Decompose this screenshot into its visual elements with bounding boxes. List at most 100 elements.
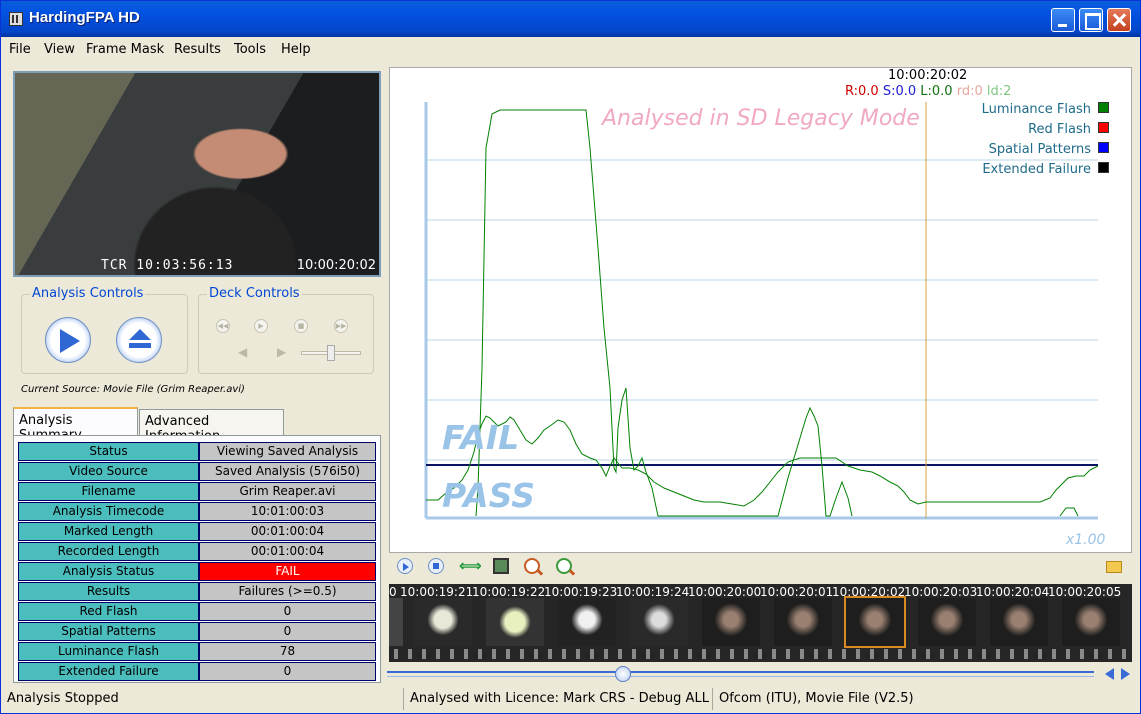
- frame-thumbnail[interactable]: [1062, 598, 1120, 646]
- legend-swatch-red: [1098, 122, 1109, 133]
- status-licence: Analysed with Licence: Mark CRS - Debug …: [403, 688, 711, 710]
- frame-thumbnail[interactable]: [990, 598, 1048, 646]
- deck-stop-button[interactable]: ■: [294, 319, 308, 333]
- current-source-label: Current Source: Movie File (Grim Reaper.…: [21, 384, 245, 395]
- tab-analysis-summary[interactable]: Analysis Summary: [13, 407, 138, 443]
- film-icon[interactable]: [493, 558, 509, 574]
- fast-forward-button[interactable]: ▶▶: [334, 319, 348, 333]
- previous-frame-arrow-icon[interactable]: [1105, 668, 1114, 680]
- jog-back-icon[interactable]: ◀: [238, 345, 247, 359]
- video-preview: TCR 10:03:56:13 10:00:20:02: [13, 71, 381, 277]
- summary-key-filename: Filename: [18, 482, 199, 501]
- frame-timecode: 10:00:19:22: [472, 585, 546, 599]
- frame-thumbnail[interactable]: [389, 598, 403, 646]
- summary-value-analysis-status: FAIL: [199, 562, 376, 581]
- frame-thumbnail[interactable]: [414, 598, 472, 646]
- next-frame-arrow-icon[interactable]: [1121, 668, 1130, 680]
- extended-failure-trace: [1059, 507, 1079, 517]
- frame-thumbnail-selected[interactable]: [844, 596, 906, 648]
- eject-icon: [129, 329, 151, 340]
- frame-timecode: 10:00:20:03: [904, 585, 978, 599]
- summary-value-video-source: Saved Analysis (576i50): [199, 462, 376, 481]
- deck-controls-group: Deck Controls: [198, 286, 374, 374]
- title-bar[interactable]: HardingFPA HD: [1, 1, 1140, 37]
- analysis-summary-panel: Status Viewing Saved Analysis Video Sour…: [13, 435, 381, 683]
- frame-timecode: 10:00:19:24: [616, 585, 690, 599]
- menu-frame-mask[interactable]: Frame Mask: [86, 42, 164, 57]
- legend-luminance-flash: Luminance Flash: [981, 102, 1091, 117]
- legend-swatch-luminance: [1098, 102, 1109, 113]
- status-profile: Ofcom (ITU), Movie File (V2.5): [712, 688, 1138, 710]
- tcr-overlay: TCR 10:03:56:13: [101, 258, 234, 273]
- analysis-graph[interactable]: 10:00:20:02 R:0.0 S:0.0 L:0.0 rd:0 ld:2 …: [389, 67, 1132, 553]
- graph-timecode: 10:00:20:02: [888, 68, 968, 83]
- status-bar: Analysis Stopped Analysed with Licence: …: [1, 685, 1140, 713]
- frame-timecode: 10:00:20:05: [1048, 585, 1122, 599]
- jog-forward-icon[interactable]: ▶: [277, 345, 286, 359]
- frame-thumbnail[interactable]: [774, 598, 832, 646]
- legend-swatch-spatial: [1098, 142, 1109, 153]
- menu-tools[interactable]: Tools: [234, 42, 266, 57]
- menu-help[interactable]: Help: [281, 42, 311, 57]
- filmstrip-perforations: [389, 649, 1132, 659]
- menu-results[interactable]: Results: [174, 42, 221, 57]
- minimize-button[interactable]: [1051, 8, 1075, 32]
- fit-width-icon[interactable]: ⟺: [459, 558, 482, 574]
- frame-thumbnail[interactable]: [630, 598, 688, 646]
- menu-file[interactable]: File: [9, 42, 31, 57]
- graph-readout: R:0.0 S:0.0 L:0.0 rd:0 ld:2: [845, 84, 1011, 99]
- tab-advanced-information[interactable]: Advanced Information: [139, 409, 284, 444]
- frame-timecode: 10:00:20:02: [832, 585, 906, 599]
- deck-controls-label: Deck Controls: [207, 286, 302, 301]
- summary-key-analysis-timecode: Analysis Timecode: [18, 502, 199, 521]
- menu-bar: File View Frame Mask Results Tools Help: [1, 38, 1140, 60]
- frame-thumbnail[interactable]: [918, 598, 976, 646]
- summary-value-marked-length: 00:01:00:04: [199, 522, 376, 541]
- status-analysis-state: Analysis Stopped: [7, 691, 119, 706]
- summary-key-recorded-length: Recorded Length: [18, 542, 199, 561]
- play-icon[interactable]: [397, 558, 413, 574]
- zoom-in-icon[interactable]: [556, 558, 572, 574]
- frame-thumbnail[interactable]: [558, 598, 616, 646]
- sd-legacy-mode-label: Analysed in SD Legacy Mode: [602, 106, 920, 131]
- zoom-out-icon[interactable]: [524, 558, 540, 574]
- summary-key-marked-length: Marked Length: [18, 522, 199, 541]
- summary-value-spatial-patterns: 0: [199, 622, 376, 641]
- rewind-button[interactable]: ◀◀: [216, 319, 230, 333]
- frame-thumbnail[interactable]: [702, 598, 760, 646]
- legend-swatch-extended: [1098, 162, 1109, 173]
- menu-view[interactable]: View: [44, 42, 75, 57]
- summary-key-results: Results: [18, 582, 199, 601]
- readout-red: R:0.0: [845, 84, 879, 99]
- summary-value-status: Viewing Saved Analysis: [199, 442, 376, 461]
- graph-gridlines: [426, 159, 1098, 461]
- start-analysis-button[interactable]: [45, 317, 91, 363]
- folder-icon[interactable]: [1106, 561, 1122, 573]
- readout-ld: ld:2: [986, 84, 1012, 99]
- timeline-scrollbar[interactable]: [387, 671, 1094, 677]
- legend-spatial-patterns: Spatial Patterns: [988, 142, 1091, 157]
- timeline-scroll-thumb[interactable]: [615, 666, 631, 682]
- maximize-button[interactable]: [1079, 8, 1103, 32]
- app-icon[interactable]: [9, 12, 23, 26]
- frame-timecode: 10:00:20:01: [760, 585, 834, 599]
- close-button[interactable]: [1107, 8, 1131, 32]
- app-window: HardingFPA HD File View Frame Mask Resul…: [0, 0, 1141, 714]
- deck-speed-slider-thumb[interactable]: [327, 345, 335, 361]
- summary-key-red-flash: Red Flash: [18, 602, 199, 621]
- filmstrip[interactable]: 0 10:00:19:21 10:00:19:22 10:00:19:23 10…: [389, 584, 1132, 662]
- summary-value-luminance-flash: 78: [199, 642, 376, 661]
- summary-value-recorded-length: 00:01:00:04: [199, 542, 376, 561]
- summary-key-luminance-flash: Luminance Flash: [18, 642, 199, 661]
- deck-play-button[interactable]: ▶: [254, 319, 268, 333]
- frame-thumbnail[interactable]: [486, 598, 544, 646]
- analysis-controls-label: Analysis Controls: [30, 286, 146, 301]
- stop-icon[interactable]: [428, 558, 444, 574]
- video-timecode: 10:00:20:02: [296, 258, 376, 273]
- frame-timecode-partial: 0: [389, 585, 397, 599]
- frame-timecode: 10:00:19:23: [544, 585, 618, 599]
- legend-extended-failure: Extended Failure: [982, 162, 1091, 177]
- eject-button[interactable]: [116, 317, 162, 363]
- video-frame-image: [15, 73, 379, 275]
- readout-spatial: S:0.0: [882, 84, 917, 99]
